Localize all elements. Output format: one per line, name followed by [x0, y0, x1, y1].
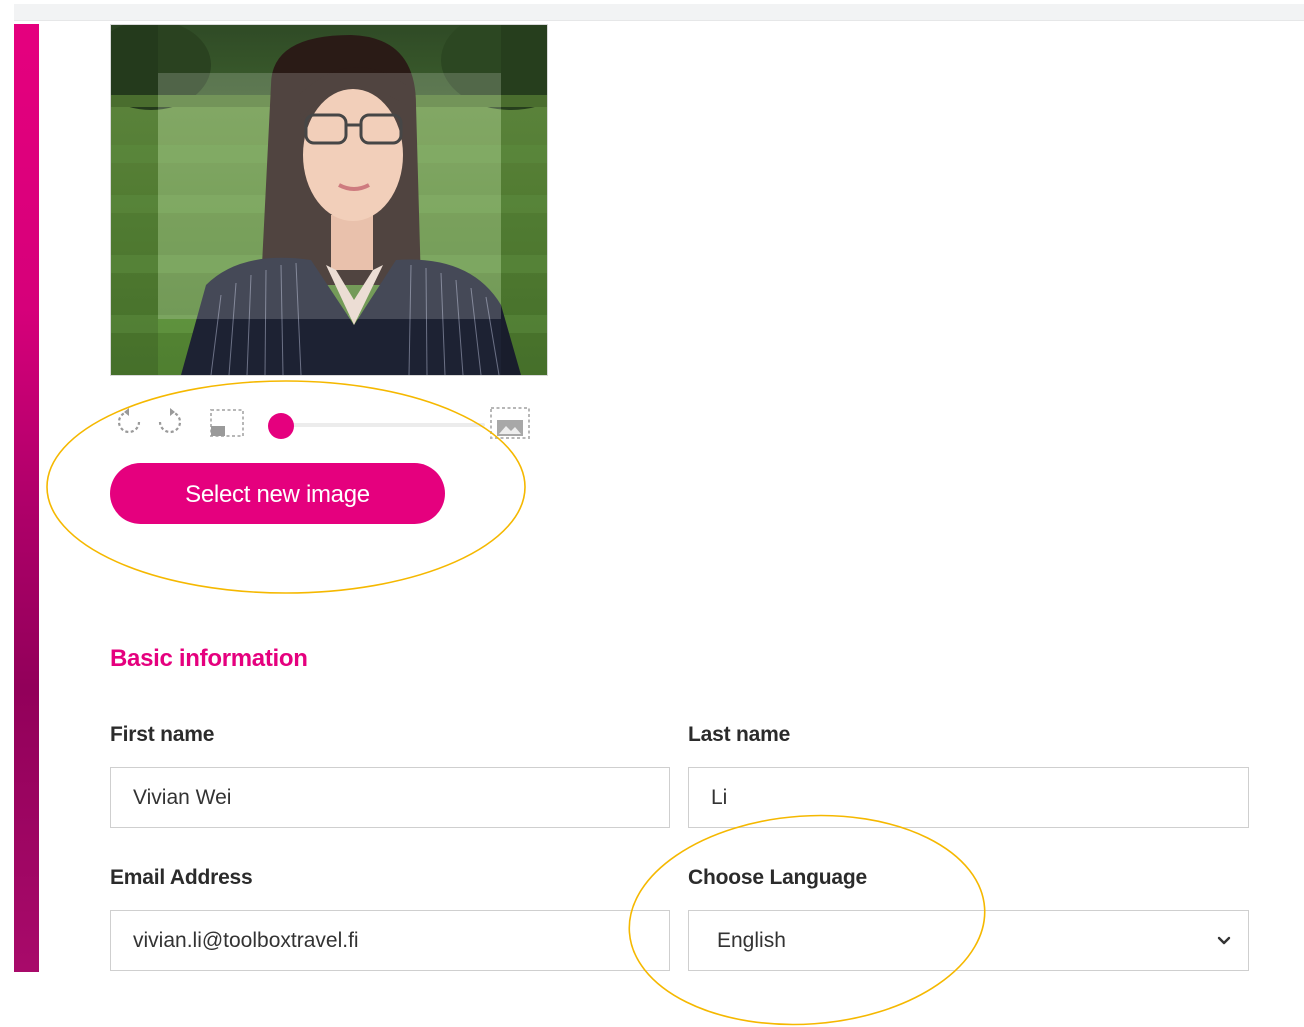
choose-language-label: Choose Language — [688, 866, 868, 889]
select-new-image-button[interactable]: Select new image — [110, 463, 445, 524]
section-title-basic-information: Basic information — [110, 645, 308, 672]
profile-photo — [111, 25, 547, 375]
language-select[interactable]: English — [688, 910, 1249, 971]
last-name-field[interactable]: Li — [688, 767, 1249, 828]
email-field[interactable]: vivian.li@toolboxtravel.fi — [110, 910, 670, 971]
email-label: Email Address — [110, 866, 253, 889]
top-bar-strip — [14, 4, 1304, 21]
language-select-value: English — [717, 929, 786, 952]
first-name-field[interactable]: Vivian Wei — [110, 767, 670, 828]
chevron-down-icon — [1217, 936, 1231, 945]
rotate-right-icon[interactable] — [155, 404, 185, 440]
zoom-in-icon[interactable] — [488, 404, 532, 440]
zoom-slider[interactable] — [270, 423, 485, 427]
image-controls — [110, 404, 550, 444]
side-accent-bar — [14, 24, 39, 972]
zoom-slider-handle[interactable] — [267, 413, 294, 439]
zoom-out-icon[interactable] — [207, 404, 247, 440]
rotate-left-icon[interactable] — [114, 404, 144, 440]
top-bar — [0, 0, 1304, 22]
first-name-label: First name — [110, 723, 215, 746]
profile-photo-cropper[interactable] — [110, 24, 548, 376]
crop-area — [158, 73, 501, 319]
last-name-label: Last name — [688, 723, 791, 746]
